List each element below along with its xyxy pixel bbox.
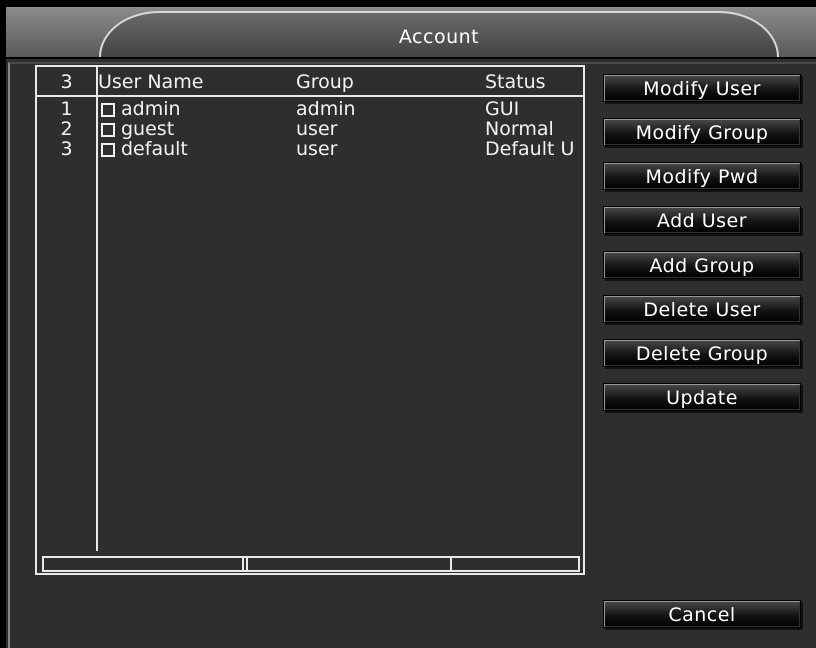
- row-checkbox[interactable]: [101, 143, 115, 157]
- cancel-button[interactable]: Cancel: [603, 600, 801, 628]
- title-bar: Account: [6, 7, 816, 57]
- row-group[interactable]: user: [296, 139, 337, 159]
- delete-group-button[interactable]: Delete Group: [603, 339, 801, 367]
- title-tab: Account: [99, 11, 779, 57]
- row-number: 2: [60, 118, 73, 140]
- column-divider: [96, 67, 98, 551]
- row-number: 1: [60, 98, 73, 120]
- horizontal-scrollbar[interactable]: [42, 556, 580, 572]
- user-count-header: 3: [60, 71, 73, 93]
- delete-user-button[interactable]: Delete User: [603, 295, 801, 323]
- row-group[interactable]: admin: [296, 99, 356, 119]
- modify-group-button[interactable]: Modify Group: [603, 118, 801, 146]
- row-user-name[interactable]: guest: [121, 119, 174, 139]
- modify-pwd-button[interactable]: Modify Pwd: [603, 162, 801, 190]
- row-checkbox[interactable]: [101, 123, 115, 137]
- window-title: Account: [398, 26, 480, 48]
- column-header-user-name[interactable]: User Name: [98, 72, 203, 92]
- row-user-name[interactable]: admin: [121, 99, 181, 119]
- update-button[interactable]: Update: [603, 383, 801, 411]
- header-divider: [37, 95, 583, 97]
- row-checkbox[interactable]: [101, 103, 115, 117]
- scrollbar-separator: [450, 556, 452, 572]
- column-header-status[interactable]: Status: [485, 72, 546, 92]
- add-group-button[interactable]: Add Group: [603, 251, 801, 279]
- add-user-button[interactable]: Add User: [603, 206, 801, 234]
- column-header-group[interactable]: Group: [296, 72, 354, 92]
- scrollbar-thumb[interactable]: [242, 556, 248, 572]
- user-table: 3 User Name Group Status 1 admin admin GUI 2…: [35, 65, 585, 575]
- row-status[interactable]: GUI: [485, 99, 519, 119]
- modify-user-button[interactable]: Modify User: [603, 74, 801, 102]
- row-status[interactable]: Normal: [485, 119, 554, 139]
- row-user-name[interactable]: default: [121, 139, 188, 159]
- title-divider: [6, 57, 816, 59]
- row-number: 3: [60, 138, 73, 160]
- row-status[interactable]: Default U: [485, 139, 574, 159]
- row-group[interactable]: user: [296, 119, 337, 139]
